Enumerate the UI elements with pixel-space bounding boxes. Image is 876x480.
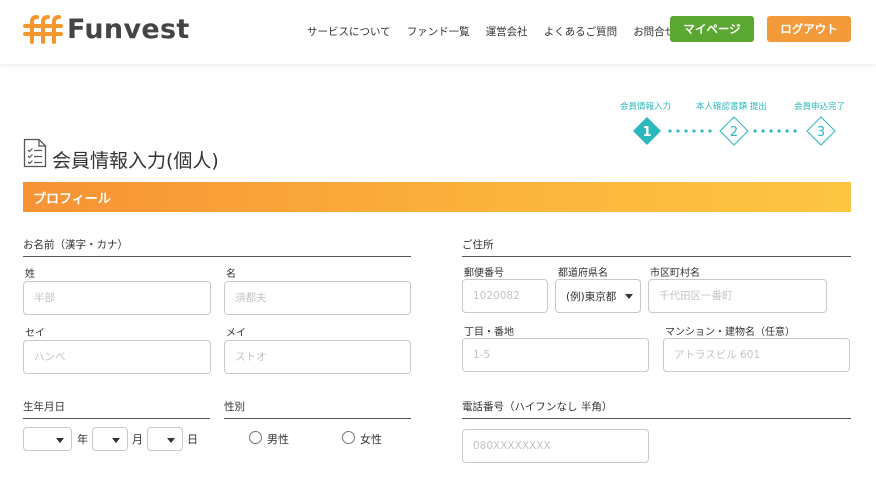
nav-item-company[interactable]: 運営会社 [486, 24, 528, 39]
chevron-down-icon [112, 438, 120, 443]
phone-input[interactable] [462, 429, 649, 463]
postal-code-input[interactable] [462, 279, 548, 313]
street-label: 丁目・番地 [464, 327, 514, 338]
nav-item-contact[interactable]: お問合せ [633, 24, 675, 39]
chevron-down-icon [56, 438, 64, 443]
name-section-heading: お名前（漢字・カナ） [23, 237, 411, 257]
birth-day-select[interactable] [147, 427, 183, 451]
gender-female-radio[interactable] [342, 431, 355, 444]
step-1-marker: 1 [633, 117, 661, 145]
step-label-2: 本人確認書類 提出 [696, 102, 767, 112]
logo-mark-icon [23, 15, 63, 44]
step-3-number: 3 [817, 125, 825, 140]
chevron-down-icon [167, 438, 175, 443]
birthdate-heading: 生年月日 [23, 399, 210, 419]
gender-heading: 性別 [224, 399, 411, 419]
prefecture-label: 都道府県名 [558, 268, 608, 279]
sei-label: 姓 [25, 269, 35, 280]
birth-year-select[interactable] [23, 427, 72, 451]
building-input[interactable] [663, 338, 850, 372]
step-1-number: 1 [642, 125, 651, 140]
gender-male-radio[interactable] [249, 431, 262, 444]
logout-button[interactable]: ログアウト [767, 16, 851, 42]
gender-male-label[interactable]: 男性 [267, 431, 289, 447]
building-label: マンション・建物名（任意） [665, 327, 795, 338]
form-checklist-icon [23, 138, 47, 168]
birth-month-select[interactable] [92, 427, 128, 451]
step-label-3: 会員申込完了 [794, 102, 846, 112]
day-unit: 日 [187, 433, 198, 446]
postal-code-label: 郵便番号 [464, 268, 504, 279]
step-label-1: 会員情報入力 [620, 102, 672, 112]
sei-kana-input[interactable] [23, 340, 211, 374]
step-2-number: 2 [730, 125, 738, 140]
mei-input[interactable] [224, 281, 411, 315]
year-unit: 年 [77, 433, 88, 446]
chevron-down-icon [625, 294, 633, 299]
profile-section-banner: プロフィール [23, 182, 851, 212]
sei-kana-label: セイ [25, 328, 45, 339]
city-input[interactable] [648, 279, 827, 313]
logo-text: Funvest [67, 13, 190, 45]
city-label: 市区町村名 [650, 268, 700, 279]
page-title: 会員情報入力(個人) [52, 150, 219, 172]
step-3-marker: 3 [806, 116, 836, 146]
month-unit: 月 [132, 433, 143, 446]
phone-section-heading: 電話番号（ハイフンなし 半角） [462, 399, 851, 419]
mei-kana-label: メイ [226, 328, 246, 339]
site-header: Funvest サービスについて ファンド一覧 運営会社 よくあるご質問 お問合… [0, 0, 876, 64]
main-nav: サービスについて ファンド一覧 運営会社 よくあるご質問 お問合せ [307, 24, 675, 39]
street-input[interactable] [462, 338, 649, 372]
prefecture-selected-value: (例)東京都 [566, 290, 617, 303]
mypage-button[interactable]: マイページ [670, 16, 754, 42]
address-section-heading: ご住所 [462, 237, 851, 257]
gender-female-label[interactable]: 女性 [360, 431, 382, 447]
step-2-marker: 2 [719, 116, 749, 146]
mei-label: 名 [226, 269, 236, 280]
step-indicator: 1 2 3 [633, 116, 836, 146]
nav-item-faq[interactable]: よくあるご質問 [544, 24, 618, 39]
nav-item-service[interactable]: サービスについて [307, 24, 391, 39]
prefecture-select[interactable]: (例)東京都 [555, 279, 641, 313]
sei-input[interactable] [23, 281, 211, 315]
funvest-logo[interactable]: Funvest [23, 13, 190, 45]
nav-item-funds[interactable]: ファンド一覧 [407, 24, 470, 39]
mei-kana-input[interactable] [224, 340, 411, 374]
